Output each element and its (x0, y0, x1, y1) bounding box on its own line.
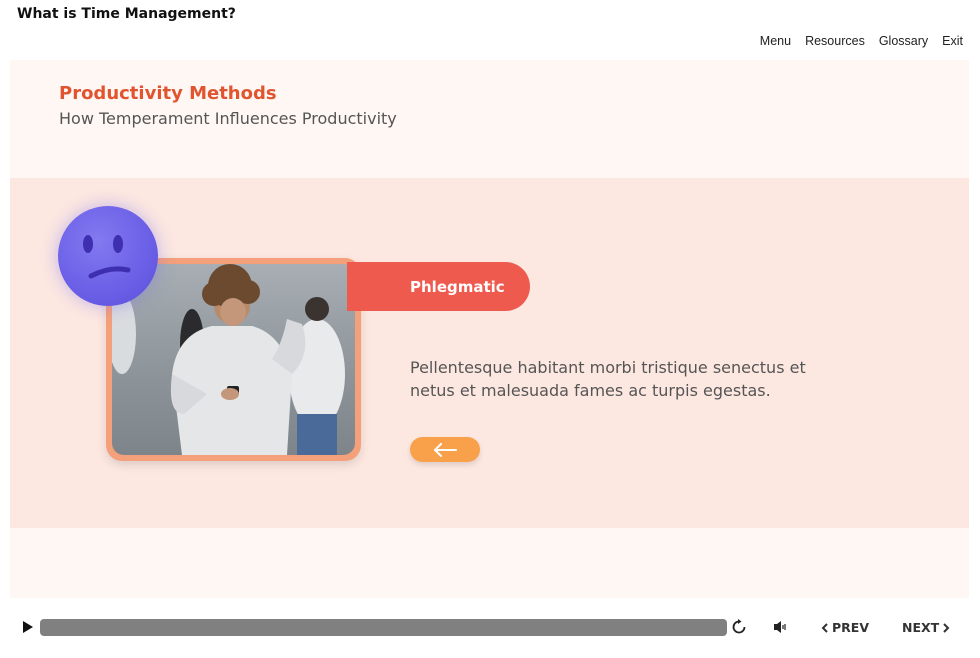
chevron-right-icon (943, 622, 950, 633)
glossary-link[interactable]: Glossary (879, 34, 928, 48)
body-text: Pellentesque habitant morbi tristique se… (410, 358, 806, 400)
top-nav: Menu Resources Glossary Exit (760, 34, 963, 48)
replay-button[interactable] (730, 618, 748, 636)
slide-subtitle: How Temperament Influences Productivity (59, 109, 397, 128)
menu-link[interactable]: Menu (760, 34, 791, 48)
slide-header: Productivity Methods How Temperament Inf… (10, 60, 969, 178)
play-button[interactable] (19, 619, 35, 635)
prev-button[interactable]: PREV (821, 620, 869, 635)
arrow-left-icon (434, 442, 457, 457)
content-panel: Phlegmatic Pellentesque habitant morbi t… (10, 178, 969, 528)
back-button[interactable] (410, 437, 480, 462)
slide-title: Productivity Methods (59, 83, 277, 104)
seek-bar[interactable] (40, 619, 727, 636)
resources-link[interactable]: Resources (805, 34, 865, 48)
volume-icon (774, 621, 786, 633)
replay-icon (732, 619, 746, 634)
next-button[interactable]: NEXT (902, 620, 950, 635)
prev-label: PREV (832, 620, 869, 635)
volume-button[interactable] (772, 619, 790, 635)
course-title: What is Time Management? (17, 6, 236, 22)
next-label: NEXT (902, 620, 940, 635)
chevron-left-icon (821, 622, 828, 633)
confused-face-icon (58, 206, 158, 306)
temperament-label: Phlegmatic (347, 262, 530, 311)
player-controls: PREV NEXT (0, 608, 980, 648)
play-icon (23, 621, 33, 633)
slide-stage: Productivity Methods How Temperament Inf… (10, 60, 969, 598)
exit-link[interactable]: Exit (942, 34, 963, 48)
